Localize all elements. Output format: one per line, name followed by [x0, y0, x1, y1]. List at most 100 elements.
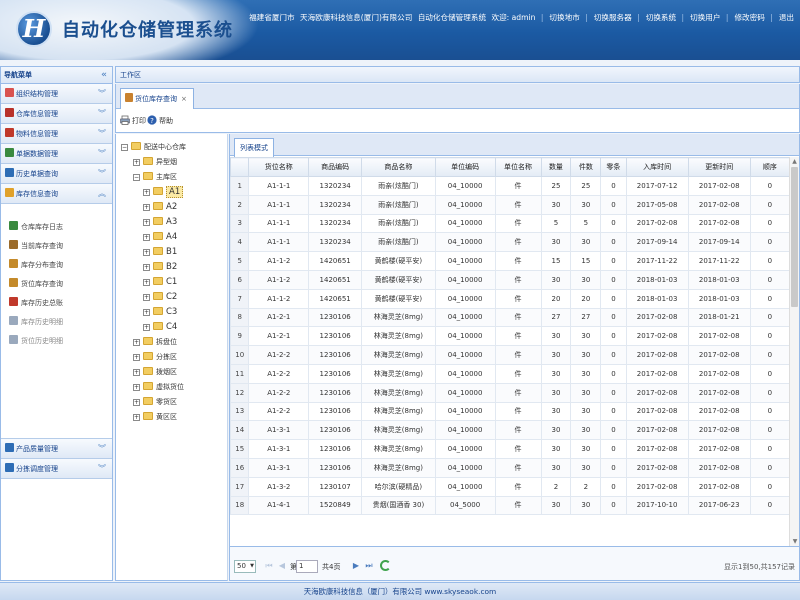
table-row[interactable]: 1 A1-1-1 1320234 雨亲(炫酷门) 04_10000 件 25 25 0 2017-…	[230, 176, 790, 196]
nav-sub-item-2[interactable]: 库存分布查询	[1, 256, 112, 275]
tree-node-location[interactable]: + C1	[143, 275, 177, 290]
table-row[interactable]: 10 A1-2-2 1230106 林海灵芝(8mg) 04_10000 件 30 30 0 20…	[230, 345, 790, 365]
nav-group-groups_top-5[interactable]: 库存信息查询 ︽	[1, 184, 112, 204]
table-row[interactable]: 7 A1-1-2 1420651 黄鹤楼(硬平安) 04_10000 件 20 20 0 2018…	[230, 288, 790, 309]
tree-node-area[interactable]: + 零货区	[133, 395, 177, 410]
nav-sub-item-4[interactable]: 库存历史总账	[1, 294, 112, 313]
table-row[interactable]: 5 A1-1-2 1420651 黄鹤楼(硬平安) 04_10000 件 15 15 0 2017…	[230, 251, 790, 271]
tree-node-area[interactable]: + 分拣区	[133, 350, 177, 365]
expand-node-icon[interactable]: +	[143, 264, 150, 271]
switch-user-link[interactable]: 切换用户	[690, 13, 720, 22]
expand-node-icon[interactable]: +	[143, 279, 150, 286]
column-header[interactable]: 更新时间	[687, 157, 751, 177]
refresh-icon[interactable]	[380, 560, 391, 571]
nav-sub-item-6[interactable]: 货位历史明细	[1, 332, 112, 351]
table-row[interactable]: 13 A1-2-2 1230106 林海灵芝(8mg) 04_10000 件 30 30 0 20…	[230, 401, 790, 422]
tree-node-location[interactable]: + C2	[143, 290, 177, 305]
page-size-select[interactable]: 50 ▼	[234, 560, 256, 573]
expand-node-icon[interactable]: +	[133, 384, 140, 391]
switch-system-link[interactable]: 切换系统	[646, 13, 676, 22]
expand-node-icon[interactable]: +	[143, 249, 150, 256]
expand-node-icon[interactable]: +	[133, 159, 140, 166]
tab-location-stock-query[interactable]: 货位库存查询 ×	[120, 88, 194, 109]
column-header[interactable]: 顺序	[749, 157, 790, 177]
scroll-down-icon[interactable]: ▼	[790, 537, 800, 546]
scroll-thumb[interactable]	[791, 167, 798, 307]
collapse-icon[interactable]: «	[101, 67, 107, 84]
switch-server-link[interactable]: 切换服务器	[594, 13, 632, 22]
expand-node-icon[interactable]: +	[133, 399, 140, 406]
expand-node-icon[interactable]: +	[143, 234, 150, 241]
tree-node-location[interactable]: + B2	[143, 260, 177, 275]
tree-node-location[interactable]: + A4	[143, 230, 177, 245]
first-page-icon[interactable]: ⏮	[264, 561, 274, 571]
expand-node-icon[interactable]: +	[133, 369, 140, 376]
table-row[interactable]: 16 A1-3-1 1230106 林海灵芝(8mg) 04_10000 件 30 30 0 20…	[230, 457, 790, 478]
column-header[interactable]: 单位编码	[434, 157, 496, 177]
tree-node-location[interactable]: + C3	[143, 305, 177, 320]
column-header[interactable]: 商品名称	[361, 157, 436, 177]
nav-group-groups_top-0[interactable]: 组织结构管理 ︾	[1, 84, 112, 104]
column-header[interactable]: 数量	[540, 157, 572, 177]
nav-sub-item-5[interactable]: 库存历史明细	[1, 313, 112, 332]
change-password-link[interactable]: 修改密码	[734, 13, 764, 22]
tree-node-location[interactable]: + A3	[143, 215, 177, 230]
tree-node-root[interactable]: − 配送中心仓库	[121, 140, 186, 155]
table-row[interactable]: 18 A1-4-1 1520849 贵烟(国酒香 30) 04_5000 件 30 30 0 20…	[230, 495, 790, 516]
tab-list-mode[interactable]: 列表模式	[234, 138, 274, 157]
expand-node-icon[interactable]: +	[133, 414, 140, 421]
collapse-node-icon[interactable]: −	[133, 174, 140, 181]
nav-sub-item-3[interactable]: 货位库存查询	[1, 275, 112, 294]
expand-node-icon[interactable]: +	[143, 204, 150, 211]
nav-group-groups_top-3[interactable]: 单据数据管理 ︾	[1, 144, 112, 164]
expand-node-icon[interactable]: +	[133, 339, 140, 346]
expand-node-icon[interactable]: +	[143, 189, 150, 196]
expand-node-icon[interactable]: +	[143, 309, 150, 316]
nav-group-groups_top-2[interactable]: 物料信息管理 ︾	[1, 124, 112, 144]
vertical-scrollbar[interactable]: ▲ ▼	[789, 157, 799, 546]
table-row[interactable]: 12 A1-2-2 1230106 林海灵芝(8mg) 04_10000 件 30 30 0 20…	[230, 382, 790, 403]
switch-city-link[interactable]: 切换地市	[549, 13, 579, 22]
column-header[interactable]: 单位名称	[494, 157, 542, 177]
last-page-icon[interactable]: ⏭	[364, 561, 374, 571]
column-header[interactable]: 零条	[600, 157, 627, 177]
column-header[interactable]: 件数	[570, 157, 602, 177]
table-row[interactable]: 11 A1-2-2 1230106 林海灵芝(8mg) 04_10000 件 30 30 0 20…	[230, 363, 790, 384]
expand-node-icon[interactable]: +	[143, 219, 150, 226]
table-row[interactable]: 4 A1-1-1 1320234 雨亲(炫酷门) 04_10000 件 30 30 0 2017-…	[230, 232, 790, 253]
table-row[interactable]: 15 A1-3-1 1230106 林海灵芝(8mg) 04_10000 件 30 30 0 20…	[230, 439, 790, 459]
tree-node-location[interactable]: + A1	[143, 185, 184, 200]
prev-page-icon[interactable]: ◀	[277, 561, 287, 571]
tree-node-area[interactable]: + 异型烟	[133, 155, 177, 170]
table-row[interactable]: 3 A1-1-1 1320234 雨亲(炫酷门) 04_10000 件 5 5 0 2017-02…	[230, 213, 790, 234]
expand-node-icon[interactable]: +	[143, 324, 150, 331]
table-row[interactable]: 17 A1-3-2 1230107 哈尔滨(硬精品) 04_10000 件 2 2 0 2017-…	[230, 476, 790, 497]
nav-group-groups_top-1[interactable]: 仓库信息管理 ︾	[1, 104, 112, 124]
tree-node-area[interactable]: + 拨烟区	[133, 365, 177, 380]
table-row[interactable]: 6 A1-1-2 1420651 黄鹤楼(硬平安) 04_10000 件 30 30 0 2018…	[230, 269, 790, 290]
tree-node-location[interactable]: + C4	[143, 320, 177, 335]
table-row[interactable]: 2 A1-1-1 1320234 雨亲(炫酷门) 04_10000 件 30 30 0 2017-…	[230, 194, 790, 215]
logout-link[interactable]: 退出	[779, 13, 794, 22]
table-row[interactable]: 8 A1-2-1 1230106 林海灵芝(8mg) 04_10000 件 27 27 0 201…	[230, 307, 790, 328]
scroll-up-icon[interactable]: ▲	[790, 157, 799, 166]
page-number-input[interactable]: 1	[296, 560, 318, 573]
column-header[interactable]: 入库时间	[625, 157, 689, 177]
expand-node-icon[interactable]: +	[143, 294, 150, 301]
column-header[interactable]: 货位名称	[248, 157, 310, 177]
help-button[interactable]: ? 帮助	[147, 114, 173, 128]
nav-sub-item-1[interactable]: 当前库存查询	[1, 237, 112, 256]
next-page-icon[interactable]: ▶	[351, 561, 361, 571]
tree-node-area[interactable]: − 主库区	[133, 170, 177, 185]
print-button[interactable]: 打印	[120, 114, 146, 128]
nav-group-groups_bottom-1[interactable]: 分拣调度管理 ︾	[1, 459, 112, 479]
nav-group-groups_top-4[interactable]: 历史单据查询 ︾	[1, 164, 112, 184]
table-row[interactable]: 14 A1-3-1 1230106 林海灵芝(8mg) 04_10000 件 30 30 0 20…	[230, 420, 790, 441]
collapse-node-icon[interactable]: −	[121, 144, 128, 151]
tree-node-area[interactable]: + 黄区区	[133, 410, 177, 425]
nav-group-groups_bottom-0[interactable]: 产品质量管理 ︾	[1, 439, 112, 459]
tree-node-area[interactable]: + 拆盘位	[133, 335, 177, 350]
table-row[interactable]: 9 A1-2-1 1230106 林海灵芝(8mg) 04_10000 件 30 30 0 201…	[230, 326, 790, 347]
tree-node-location[interactable]: + B1	[143, 245, 177, 260]
close-tab-icon[interactable]: ×	[181, 95, 187, 103]
